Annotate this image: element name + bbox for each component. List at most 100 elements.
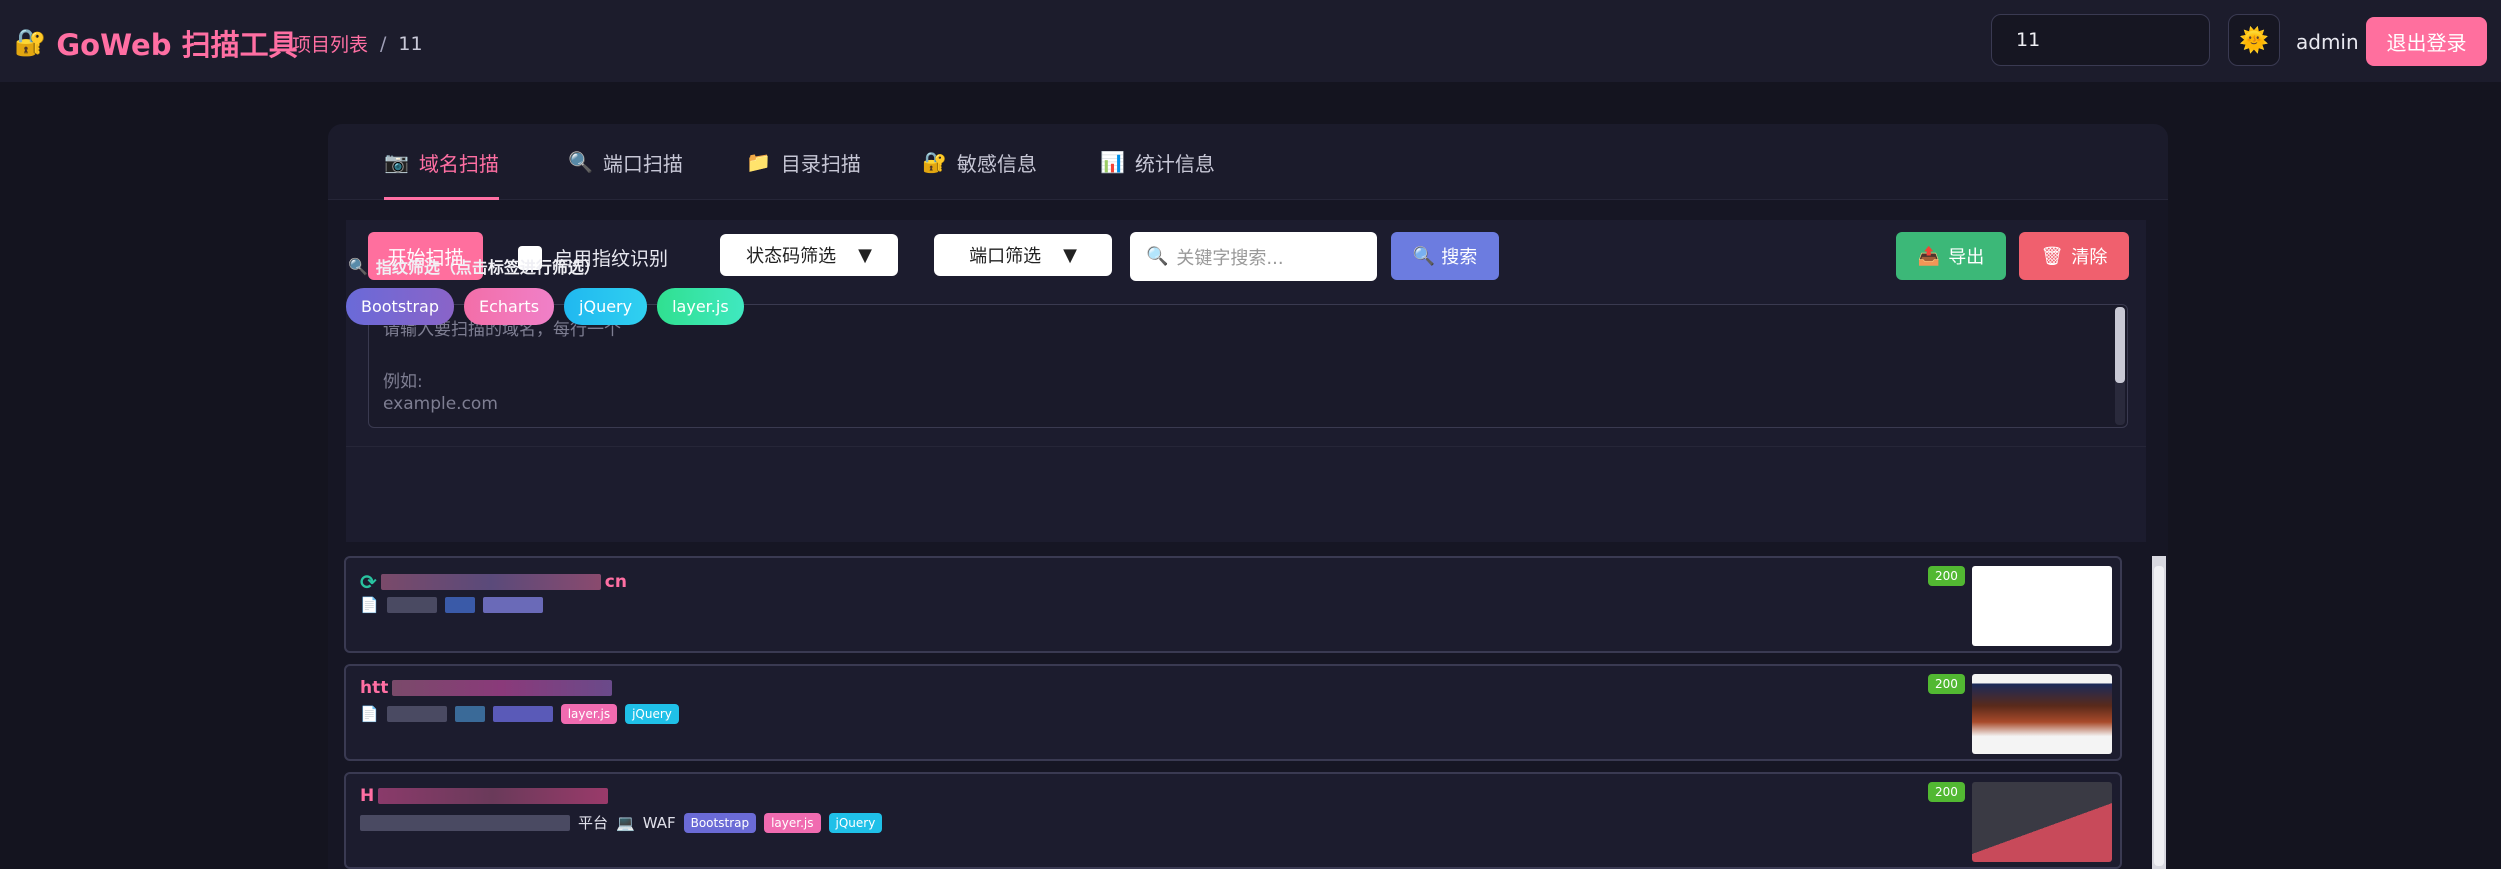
blurred-text xyxy=(392,680,613,696)
result-screenshot[interactable] xyxy=(1972,782,2112,862)
breadcrumb-project-list[interactable]: 项目列表 xyxy=(292,30,368,57)
platform-label: 平台 xyxy=(578,814,609,832)
clear-button[interactable]: 🗑 清除 xyxy=(2019,232,2129,280)
clear-label: 清除 xyxy=(2071,247,2108,268)
fingerprint-filter-label: 指纹筛选（点击标签进行筛选） xyxy=(375,258,600,277)
results-scrollbar[interactable] xyxy=(2152,556,2166,869)
tag-jquery[interactable]: jQuery xyxy=(564,288,648,325)
results-list: ⟳ cn 📄 200 htt 📄 layer.js jQuery 200 H 平… xyxy=(344,556,2166,869)
export-icon: 📤 xyxy=(1917,245,1941,267)
breadcrumb: 项目列表 / 11 xyxy=(292,30,423,57)
blurred-text xyxy=(380,574,601,590)
status-badge: 200 xyxy=(1928,674,1965,694)
sun-icon: 🌞 xyxy=(2239,26,2269,54)
result-url-tail: cn xyxy=(604,572,627,592)
result-info: 📄 layer.js jQuery xyxy=(360,704,679,724)
blurred-text xyxy=(378,788,609,804)
result-info: 📄 xyxy=(360,596,543,614)
result-screenshot[interactable] xyxy=(1972,566,2112,646)
result-screenshot[interactable] xyxy=(1972,674,2112,754)
export-label: 导出 xyxy=(1948,247,1985,268)
theme-toggle-button[interactable]: 🌞 xyxy=(2228,14,2280,66)
logout-button[interactable]: 退出登录 xyxy=(2366,17,2487,66)
tab-port-scan[interactable]: 🔍 端口扫描 xyxy=(568,124,683,200)
app-logo[interactable]: 🔐 GoWeb 扫描工具 xyxy=(14,22,298,64)
trash-icon: 🗑 xyxy=(2040,245,2064,267)
result-url-head: H xyxy=(360,786,375,806)
search-button-label: 搜索 xyxy=(1441,247,1478,268)
port-filter[interactable]: 端口筛选 ▼ xyxy=(934,234,1112,276)
main-card: 📷 域名扫描 🔍 端口扫描 📁 目录扫描 🔐 敏感信息 📊 统计信息 开始扫描 … xyxy=(328,124,2168,869)
scan-toolbar: 开始扫描 启用指纹识别 状态码筛选 ▼ 端口筛选 ▼ 🔍 关键字搜索... 🔍 … xyxy=(346,220,2146,446)
tag-jquery[interactable]: jQuery xyxy=(625,704,679,724)
breadcrumb-separator: / xyxy=(380,32,387,55)
blurred-text xyxy=(360,814,570,831)
fingerprint-tags: Bootstrap Echarts jQuery layer.js xyxy=(346,288,744,325)
tag-bootstrap[interactable]: Bootstrap xyxy=(683,812,757,833)
blurred-text xyxy=(482,597,543,613)
lock-icon: 🔐 xyxy=(14,28,47,58)
tab-label: 端口扫描 xyxy=(602,151,683,176)
result-url[interactable]: H xyxy=(360,786,609,806)
result-url[interactable]: ⟳ cn xyxy=(360,570,627,594)
blurred-text xyxy=(492,706,553,722)
search-placeholder: 关键字搜索... xyxy=(1176,247,1284,269)
search-icon: 🔍 xyxy=(1146,246,1169,267)
status-badge: 200 xyxy=(1928,566,1965,586)
camera-icon: 📷 xyxy=(384,150,409,174)
result-card[interactable]: H 平台 💻 WAF Bootstrap layer.js jQuery 200 xyxy=(344,772,2122,869)
result-url-head: htt xyxy=(360,678,389,698)
search-icon: 🔍 xyxy=(1412,245,1436,267)
textarea-scrollbar[interactable] xyxy=(2115,307,2125,425)
tab-label: 域名扫描 xyxy=(418,151,499,176)
textarea-placeholder-line: 例如: xyxy=(383,372,423,392)
tag-layerjs[interactable]: layer.js xyxy=(657,288,744,325)
app-title: GoWeb 扫描工具 xyxy=(56,28,298,62)
tab-label: 目录扫描 xyxy=(780,151,861,176)
status-badge: 200 xyxy=(1928,782,1965,802)
search-icon: 🔍 xyxy=(348,256,368,276)
document-icon: 📄 xyxy=(360,705,379,723)
computer-icon: 💻 xyxy=(616,813,635,832)
chevron-down-icon: ▼ xyxy=(1063,244,1077,266)
fingerprint-filter-panel xyxy=(346,446,2146,542)
top-bar: 🔐 GoWeb 扫描工具 项目列表 / 11 11 🌞 admin 退出登录 xyxy=(0,0,2501,82)
keyword-search-input[interactable]: 🔍 关键字搜索... xyxy=(1130,232,1377,281)
tab-label: 敏感信息 xyxy=(956,151,1037,176)
tag-layerjs[interactable]: layer.js xyxy=(764,812,821,833)
result-card[interactable]: htt 📄 layer.js jQuery 200 xyxy=(344,664,2122,761)
tag-echarts[interactable]: Echarts xyxy=(463,288,555,325)
tab-bar: 📷 域名扫描 🔍 端口扫描 📁 目录扫描 🔐 敏感信息 📊 统计信息 xyxy=(328,124,2168,200)
project-select[interactable]: 11 xyxy=(1991,14,2210,66)
port-filter-label: 端口筛选 xyxy=(969,246,1042,267)
spinner-icon: ⟳ xyxy=(360,570,377,594)
tab-sensitive-info[interactable]: 🔐 敏感信息 xyxy=(922,124,1037,200)
tab-statistics[interactable]: 📊 统计信息 xyxy=(1100,124,1215,200)
waf-label: WAF xyxy=(642,813,676,832)
status-code-filter[interactable]: 状态码筛选 ▼ xyxy=(720,234,898,276)
tab-label: 统计信息 xyxy=(1134,151,1215,176)
document-icon: 📄 xyxy=(360,596,379,614)
tag-jquery[interactable]: jQuery xyxy=(828,812,883,833)
tag-bootstrap[interactable]: Bootstrap xyxy=(346,288,454,325)
tab-domain-scan[interactable]: 📷 域名扫描 xyxy=(384,124,499,200)
textarea-placeholder-line: example.com xyxy=(383,394,498,414)
blurred-text xyxy=(444,597,475,613)
result-url[interactable]: htt xyxy=(360,678,613,698)
search-button[interactable]: 🔍 搜索 xyxy=(1391,232,1499,280)
blurred-text xyxy=(454,706,485,722)
lock-icon: 🔐 xyxy=(922,150,947,174)
folder-icon: 📁 xyxy=(746,150,771,174)
bar-chart-icon: 📊 xyxy=(1100,150,1125,174)
result-info: 平台 💻 WAF Bootstrap layer.js jQuery xyxy=(360,812,883,833)
export-button[interactable]: 📤 导出 xyxy=(1896,232,2006,280)
tab-dir-scan[interactable]: 📁 目录扫描 xyxy=(746,124,861,200)
result-card[interactable]: ⟳ cn 📄 200 xyxy=(344,556,2122,653)
fingerprint-filter-title: 🔍 指纹筛选（点击标签进行筛选） xyxy=(348,254,600,278)
tag-layerjs[interactable]: layer.js xyxy=(560,704,618,724)
username: admin xyxy=(2296,30,2359,54)
blurred-text xyxy=(386,597,437,613)
status-filter-label: 状态码筛选 xyxy=(746,246,837,267)
search-icon: 🔍 xyxy=(568,150,593,174)
breadcrumb-current: 11 xyxy=(398,32,423,55)
